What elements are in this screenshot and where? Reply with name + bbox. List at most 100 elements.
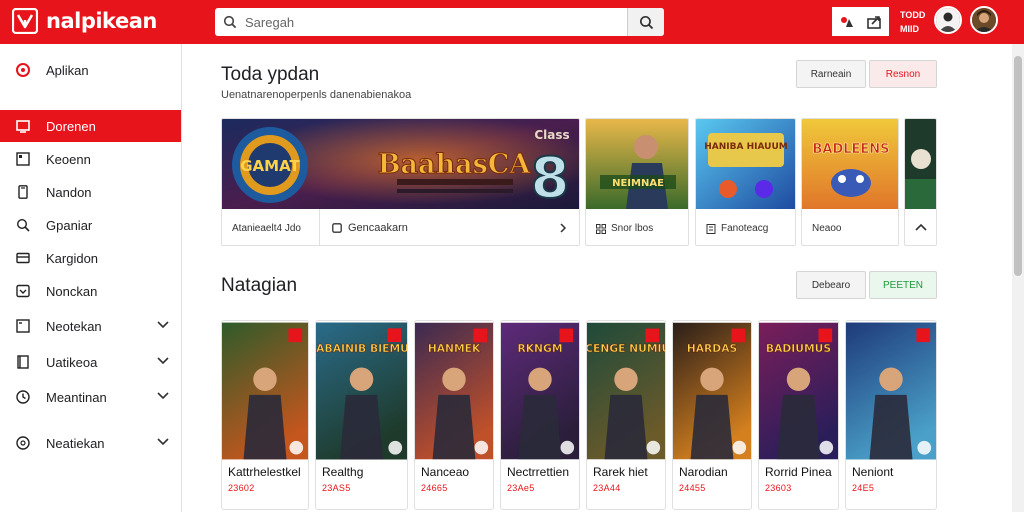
game-cover-art: BADIUMUS <box>759 322 838 460</box>
section-button-primary[interactable]: PEETEN <box>869 271 937 299</box>
chevron-down-icon[interactable] <box>157 321 169 329</box>
card-icon <box>16 252 30 264</box>
game-card[interactable]: Neniont 24E5 <box>845 320 937 510</box>
avatar[interactable] <box>934 6 962 34</box>
tile-label-row: Snor lbos <box>596 223 653 234</box>
search-icon <box>16 218 30 232</box>
account-text: TODD MIID <box>900 10 926 34</box>
game-card[interactable]: SIBABAINIB BIEMUNG Realthg 23AS5 <box>315 320 408 510</box>
logo[interactable]: nalpikean <box>12 8 157 34</box>
sidebar-item-9[interactable]: Neatiekan <box>0 427 181 459</box>
sidebar-item-top[interactable]: Aplikan <box>0 54 181 86</box>
book-icon <box>17 355 29 369</box>
chevron-down-icon[interactable] <box>157 438 169 446</box>
sidebar-item-label: Kargidon <box>46 250 99 266</box>
app-name: nalpikean <box>46 9 157 33</box>
chevron-down-icon[interactable] <box>157 392 169 400</box>
game-card[interactable]: SICENGE NUMIUK Rarek hiet 23A44 <box>586 320 666 510</box>
search-button[interactable] <box>627 8 664 36</box>
section-button-secondary[interactable]: Rarneain <box>796 60 866 88</box>
banner-link-label: Gencaakarn <box>348 222 408 234</box>
game-card[interactable]: HANMEK Nanceao 24665 <box>414 320 494 510</box>
section-button-primary[interactable]: Resnon <box>869 60 937 88</box>
tile-label: Neaoo <box>812 223 842 234</box>
sidebar-item-label: Uatikeoa <box>46 354 98 370</box>
profile-photo-icon <box>972 8 996 32</box>
game-rating: 24E5 <box>852 483 875 493</box>
chevron-down-icon[interactable] <box>157 357 169 365</box>
app-tile[interactable]: NEIMNAE Snor lbos <box>585 118 689 246</box>
game-title: Neniont <box>852 465 894 479</box>
game-rating: 23A44 <box>593 483 621 493</box>
game-title: Realthg <box>322 465 364 479</box>
game-cover-art: SIBABAINIB BIEMUNG <box>316 322 407 460</box>
notifications-button[interactable] <box>832 7 862 36</box>
tile-label: Snor lbos <box>611 223 654 234</box>
game-rating: 23AS5 <box>322 483 351 493</box>
game-cover-art <box>846 322 936 460</box>
section-subtitle: Uenatnarenoperpenls danenabienakoa <box>221 89 412 101</box>
app-tile-art: HANIBA HIAUUM <box>696 119 795 209</box>
app-tile-art: BADLEENS <box>802 119 898 209</box>
sidebar-item-7[interactable]: Uatikeoa <box>0 346 181 378</box>
scrollbar-thumb[interactable] <box>1014 56 1022 276</box>
game-title: Kattrhelestkel <box>228 465 301 479</box>
sidebar-item-2[interactable]: Nandon <box>0 176 181 208</box>
chevron-right-icon <box>560 223 567 233</box>
sidebar-item-label: Dorenen <box>46 118 96 134</box>
sidebar-item-label: Gpaniar <box>46 217 93 233</box>
sidebar-item-6[interactable]: Neotekan <box>0 310 181 342</box>
tile-art-title: BADLEENS <box>812 142 889 157</box>
game-card[interactable]: RKNGM Nectrrettien 23Ae5 <box>500 320 580 510</box>
game-card[interactable]: Kattrhelestkel 23602 <box>221 320 309 510</box>
banner-logo-text: GAMAT <box>240 157 300 175</box>
sidebar-item-label: Keoenn <box>46 151 91 167</box>
search-input[interactable] <box>245 9 627 35</box>
sidebar-item-5[interactable]: Nonckan <box>0 275 181 307</box>
tile-label-row: Fanoteacg <box>706 223 768 234</box>
tile-label: Fanoteacg <box>721 223 769 234</box>
game-cover-title: RKNGM <box>518 342 563 355</box>
app-tile-partial[interactable] <box>904 118 937 246</box>
sidebar-item-label: Aplikan <box>46 62 89 78</box>
game-card[interactable]: HARDAS Narodian 24455 <box>672 320 752 510</box>
app-tile[interactable]: HANIBA HIAUUM Fanoteacg <box>695 118 796 246</box>
sidebar-item-4[interactable]: Kargidon <box>0 242 181 274</box>
banner-title-text: BaahasCA <box>378 149 532 180</box>
game-cover-title: SICENGE NUMIUK <box>587 342 665 355</box>
game-title: Narodian <box>679 465 728 479</box>
section-button-secondary[interactable]: Debearo <box>796 271 866 299</box>
sidebar-item-0[interactable]: Dorenen <box>0 110 181 142</box>
upload-button[interactable] <box>859 7 889 36</box>
banner-link[interactable]: Gencaakarn <box>319 209 579 245</box>
bell-icon <box>841 16 853 27</box>
app-tile[interactable]: BADLEENS Neaoo <box>801 118 899 246</box>
document-icon <box>332 223 342 233</box>
game-rating: 24455 <box>679 483 706 493</box>
game-cover-art: SICENGE NUMIUK <box>587 322 665 460</box>
section-title: Natagian <box>221 275 298 296</box>
app-tile-art: NEIMNAE <box>586 119 688 209</box>
search-bar <box>215 8 664 36</box>
game-rating: 23603 <box>765 483 792 493</box>
game-cover-title: HANMEK <box>428 342 481 355</box>
sidebar-item-label: Meantinan <box>46 389 107 405</box>
chevron-up-icon[interactable] <box>915 223 927 231</box>
game-cover-art: HANMEK <box>415 322 493 460</box>
game-rating: 24665 <box>421 483 448 493</box>
section-title: Toda ypdan <box>221 64 320 85</box>
game-title: Rorrid Pinea <box>765 465 832 479</box>
featured-banner[interactable]: GAMAT BaahasCA Class 8 Atanieaelt4 Jdo G… <box>221 118 580 246</box>
game-card[interactable]: BADIUMUS Rorrid Pinea 23603 <box>758 320 839 510</box>
game-title: Rarek hiet <box>593 465 648 479</box>
game-title: Nectrrettien <box>507 465 570 479</box>
sidebar-item-3[interactable]: Gpaniar <box>0 209 181 241</box>
game-rating: 23Ae5 <box>507 483 535 493</box>
clock-icon <box>16 390 30 404</box>
sidebar-item-8[interactable]: Meantinan <box>0 381 181 413</box>
sidebar-item-label: Nonckan <box>46 283 98 299</box>
upload-icon <box>867 15 881 29</box>
scrollbar[interactable] <box>1012 44 1024 512</box>
profile-avatar[interactable] <box>970 6 998 34</box>
sidebar-item-1[interactable]: Keoenn <box>0 143 181 175</box>
